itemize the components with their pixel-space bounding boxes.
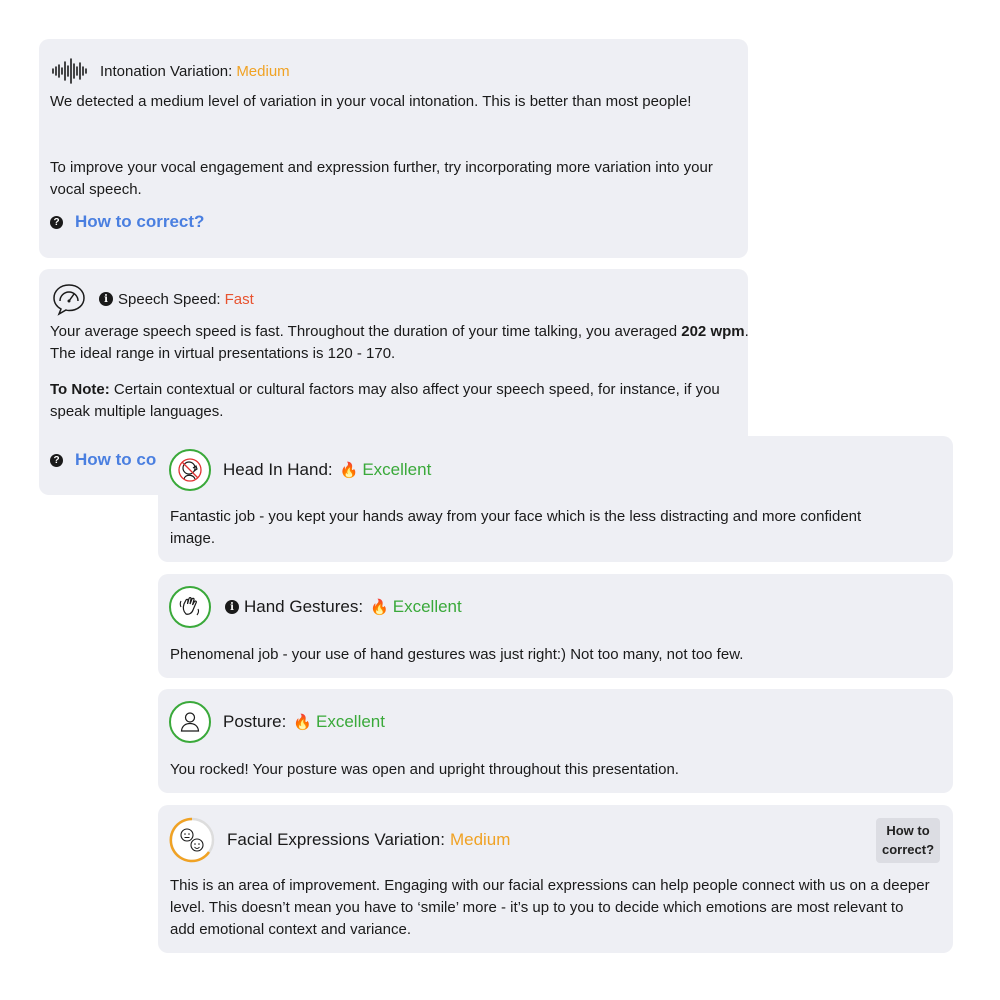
facial-expressions-label: Facial Expressions Variation: [227,830,445,849]
speech-speedometer-icon [51,282,87,316]
hand-gestures-value: Excellent [392,597,462,616]
info-icon[interactable]: i [99,292,113,306]
speech-speed-text-1: Your average speech speed is fast. Throu… [50,321,750,365]
faces-icon [169,817,215,863]
speech-speed-text-1a: Your average speech speed is fast. Throu… [50,323,682,340]
waveform-icon [51,57,89,85]
head-in-hand-label: Head In Hand: [223,460,333,479]
facial-expressions-text: This is an area of improvement. Engaging… [170,877,930,938]
flame-icon: 🔥 [370,599,389,616]
hand-gestures-card: i Hand Gestures: 🔥 Excellent Phenomenal … [158,574,953,678]
person-icon [169,701,211,743]
posture-card: Posture: 🔥 Excellent You rocked! Your po… [158,689,953,793]
speech-speed-help-label: How to co [75,450,157,469]
hand-gestures-text: Phenomenal job - your use of hand gestur… [170,646,744,663]
question-icon: ? [50,453,63,467]
facial-expressions-value: Medium [449,830,511,849]
intonation-value: Medium [236,62,290,80]
intonation-help-label: How to correct? [75,212,205,231]
facial-expressions-card: Facial Expressions Variation: Medium How… [158,805,953,953]
speech-speed-label: Speech Speed: [118,290,221,308]
speech-speed-help-link[interactable]: ? How to co [50,450,156,470]
intonation-help-link[interactable]: ? How to correct? [50,212,204,232]
question-icon: ? [50,215,63,229]
speech-speed-note-label: To Note: [50,381,110,398]
head-in-hand-card: Head In Hand: 🔥 Excellent Fantastic job … [158,436,953,562]
intonation-text-2: To improve your vocal engagement and exp… [50,159,713,198]
flame-icon: 🔥 [293,714,312,731]
hand-gestures-label: Hand Gestures: [244,597,364,616]
head-in-hand-value: Excellent [362,460,432,479]
waving-hand-icon [169,586,211,628]
speech-speed-note-text: Certain contextual or cultural factors m… [50,381,720,420]
head-in-hand-text: Fantastic job - you kept your hands away… [170,508,862,547]
posture-text: You rocked! Your posture was open and up… [170,761,679,778]
how-to-correct-button[interactable]: How to correct? [876,818,940,863]
posture-label: Posture: [223,712,287,731]
head-in-hand-icon [169,449,211,491]
intonation-text-1: We detected a medium level of variation … [50,93,692,110]
flame-icon: 🔥 [339,462,359,479]
speech-speed-wpm: 202 wpm [681,323,745,340]
speech-speed-value: Fast [224,290,254,308]
speech-speed-text-2: To Note: Certain contextual or cultural … [50,379,740,423]
posture-value: Excellent [316,712,385,731]
intonation-label: Intonation Variation: [100,62,233,80]
intonation-card: Intonation Variation: Medium We detected… [39,39,748,258]
info-icon[interactable]: i [225,600,239,614]
